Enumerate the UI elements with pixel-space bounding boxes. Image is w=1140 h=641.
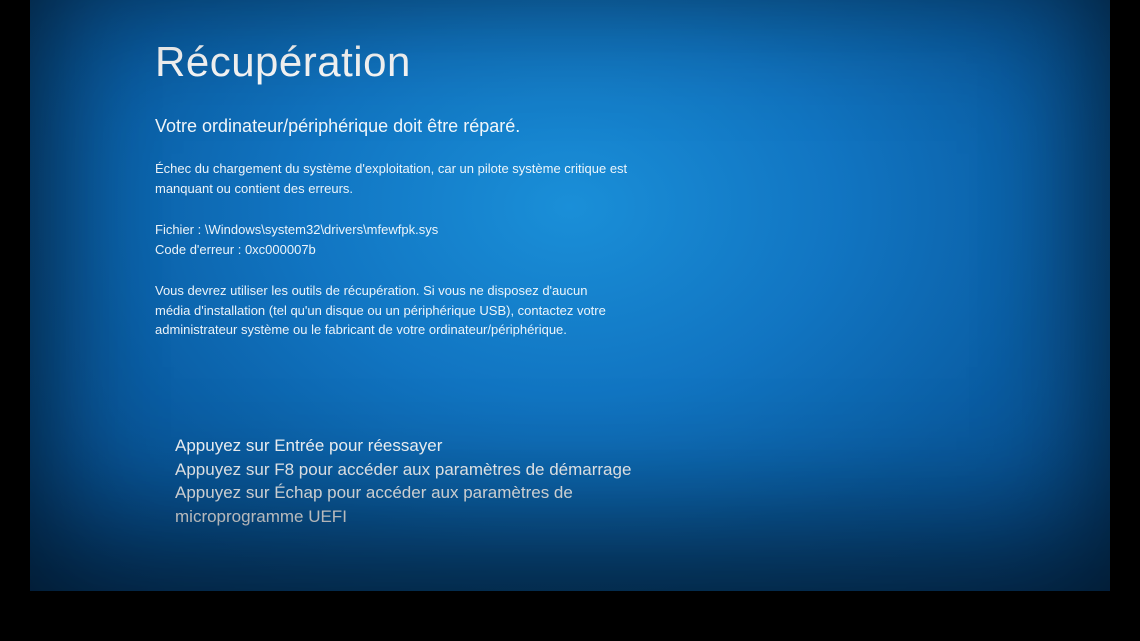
error-details: Fichier : \Windows\system32\drivers\mfew…: [155, 220, 1110, 259]
error-message: Échec du chargement du système d'exploit…: [155, 159, 635, 198]
recovery-screen: Récupération Votre ordinateur/périphériq…: [30, 0, 1110, 591]
error-code-label: Code d'erreur :: [155, 242, 241, 257]
file-label: Fichier :: [155, 222, 201, 237]
key-esc: Appuyez sur Échap pour accéder aux param…: [175, 481, 635, 529]
key-prompts: Appuyez sur Entrée pour réessayer Appuye…: [175, 434, 635, 529]
subtitle: Votre ordinateur/périphérique doit être …: [155, 116, 1110, 137]
file-line: Fichier : \Windows\system32\drivers\mfew…: [155, 220, 1110, 240]
key-enter: Appuyez sur Entrée pour réessayer: [175, 434, 635, 458]
file-path: \Windows\system32\drivers\mfewfpk.sys: [205, 222, 438, 237]
error-code-line: Code d'erreur : 0xc000007b: [155, 240, 1110, 260]
page-title: Récupération: [155, 38, 1110, 86]
instruction-text: Vous devrez utiliser les outils de récup…: [155, 281, 615, 340]
error-code-value: 0xc000007b: [245, 242, 316, 257]
key-f8: Appuyez sur F8 pour accéder aux paramètr…: [175, 458, 635, 482]
